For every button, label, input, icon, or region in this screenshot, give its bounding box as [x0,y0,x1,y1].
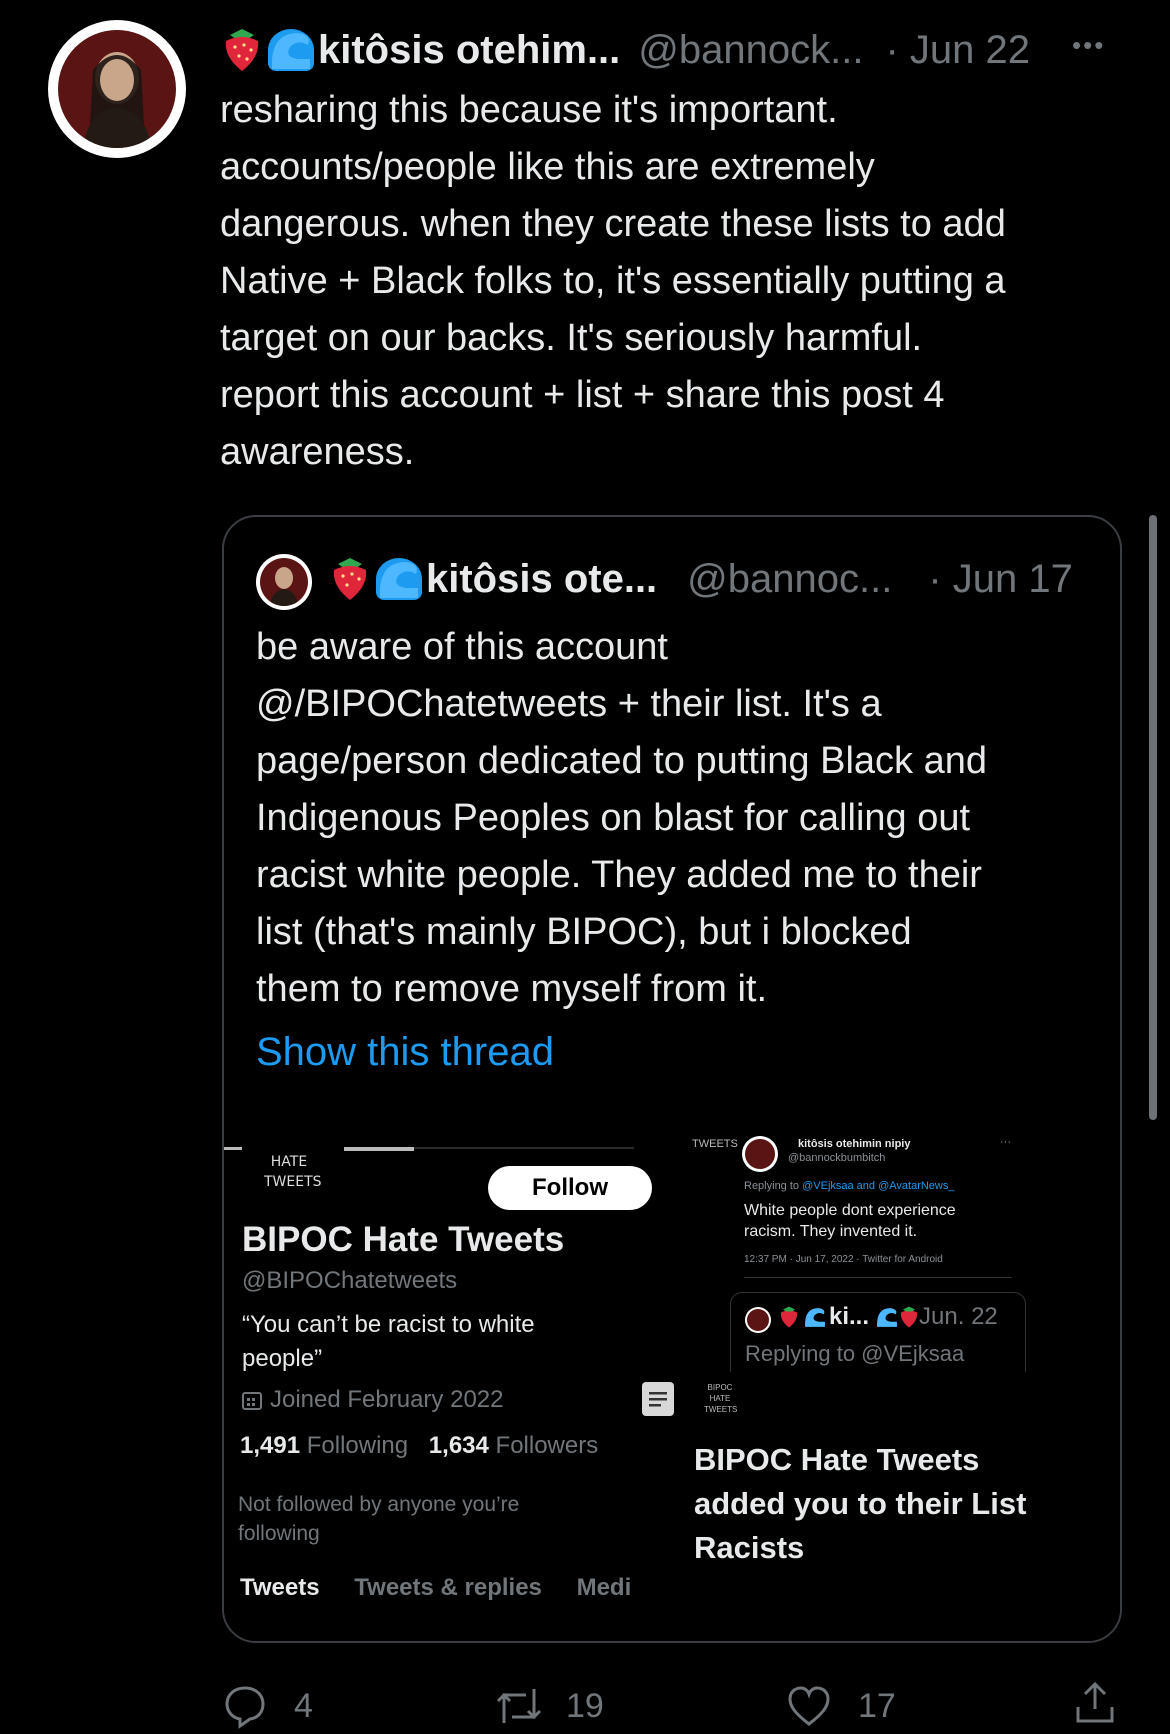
profile-stats: 1,491 Following 1,634 Followers [240,1432,598,1460]
reply-icon [222,1683,268,1729]
follow-button[interactable]: Follow [488,1166,652,1210]
quoted-text: be aware of this account @/BIPOChatetwee… [256,619,1096,1018]
tweet-text-line: Native + Black folks to, it's essentiall… [220,260,1006,302]
reply-text-line: racism. They invented it. [744,1223,918,1240]
author-handle[interactable]: @bannock... [638,28,863,73]
list-notification-logo: BIPOC HATE TWEETS [704,1383,738,1414]
attached-image-list-notification[interactable]: BIPOC HATE TWEETS BIPOC Hate Tweets adde… [674,1372,1120,1641]
tab-media[interactable]: Medi [577,1574,632,1601]
quoted-author-name: kitôsis ote... [426,556,658,601]
share-button[interactable] [1072,1679,1118,1725]
wave-icon [268,29,314,71]
list-notification-line: Racists [694,1530,805,1565]
reply-count: 4 [294,1686,313,1725]
reply-author-avatar [742,1136,778,1172]
reply-author-handle: @bannockbumbitch [788,1152,886,1164]
profile-banner-line [224,1147,242,1150]
show-thread-link[interactable]: Show this thread [256,1030,554,1075]
followers-label[interactable]: Followers [496,1432,599,1459]
tweet-text-line: resharing this because it's important. [220,89,838,131]
tweet-text-line: report this account + list + share this … [220,374,945,416]
strawberry-icon [899,1305,919,1329]
retweet-count: 19 [566,1686,604,1725]
tweet-date[interactable]: · Jun 22 [885,28,1030,73]
author-name[interactable]: kitôsis otehim... [318,28,620,73]
list-icon [642,1382,674,1416]
share-icon [1072,1679,1118,1725]
following-count[interactable]: 1,491 [240,1432,300,1459]
quoted-text-line: be aware of this account [256,626,668,668]
wave-icon [803,1306,827,1328]
attached-image-reply[interactable]: TWEETS kitôsis otehimin nipiy @bannockbu… [674,1132,1120,1373]
like-button[interactable]: 17 [786,1683,896,1729]
tab-tweets-replies[interactable]: Tweets & replies [354,1574,542,1601]
quoted-tweet-date: · Jun 17 [928,556,1073,601]
list-notification-line: BIPOC Hate Tweets [694,1442,980,1477]
strawberry-icon [330,556,370,602]
profile-banner-line [344,1147,414,1151]
attached-image-profile[interactable]: HATE TWEETS Follow BIPOC Hate Tweets @BI… [224,1132,674,1641]
strawberry-icon [222,27,262,73]
tweet-text-line: awareness. [220,431,415,473]
reply-divider [744,1277,1012,1278]
nested-header: ki... Jun. 22 [779,1303,998,1331]
like-count: 17 [858,1686,896,1725]
profile-tabs: Tweets Tweets & replies Medi [240,1574,631,1602]
quoted-text-line: list (that's mainly BIPOC), but i blocke… [256,911,912,953]
nested-tweet-card: ki... Jun. 22 Replying to @VEjksaa [730,1292,1026,1373]
quoted-tweet[interactable]: kitôsis ote... @bannoc... · Jun 17 be aw… [222,515,1122,1643]
scrollbar[interactable] [1149,515,1157,1120]
author-avatar[interactable] [48,20,186,158]
following-label[interactable]: Following [307,1432,408,1459]
quoted-header: kitôsis ote... @bannoc... · Jun 17 [330,549,1073,609]
calendar-icon [242,1390,262,1410]
profile-name: BIPOC Hate Tweets [242,1220,565,1259]
heart-icon [786,1683,832,1729]
profile-bio: “You can’t be racist to white people” [242,1311,535,1372]
quoted-text-line: Indigenous Peoples on blast for calling … [256,797,971,839]
reply-more-icon: ··· [1000,1136,1011,1148]
reply-button[interactable]: 4 [222,1683,313,1729]
replying-to: Replying to @VEjksaa and @AvatarNews_ [744,1180,955,1192]
retweet-icon [494,1683,544,1729]
followers-count[interactable]: 1,634 [429,1432,489,1459]
nested-date: Jun. 22 [919,1303,998,1330]
tweet-text-line: accounts/people like this are extremely [220,146,875,188]
wave-icon [875,1306,899,1328]
not-followed-notice: Not followed by anyone you’re following [238,1493,520,1545]
reply-text-line: White people dont experience [744,1202,956,1219]
quoted-text-line: @/BIPOChatetweets + their list. It's a [256,683,882,725]
hate-tweets-logo: HATE TWEETS [264,1154,322,1190]
tweet-text: resharing this because it's important. a… [220,82,1120,481]
tweet-text-line: target on our backs. It's seriously harm… [220,317,923,359]
wave-icon [376,558,422,600]
list-notification-text: BIPOC Hate Tweets added you to their Lis… [694,1438,1114,1570]
nested-name: ki... [829,1303,870,1330]
tweet-text-line: dangerous. when they create these lists … [220,203,1006,245]
tab-tweets[interactable]: Tweets [240,1574,320,1601]
nested-replying: Replying to @VEjksaa [745,1341,965,1366]
quoted-text-line: them to remove myself from it. [256,968,768,1010]
list-notification-line: added you to their List [694,1486,1027,1521]
quoted-author-avatar [256,554,312,610]
profile-handle: @BIPOChatetweets [242,1267,458,1294]
tweets-logo: TWEETS [692,1138,738,1150]
more-options-icon[interactable]: ••• [1072,30,1105,61]
retweet-button[interactable]: 19 [494,1683,604,1729]
profile-joined: Joined February 2022 [270,1386,504,1413]
reply-author-name: kitôsis otehimin nipiy [798,1138,911,1150]
nested-avatar [745,1307,771,1333]
quoted-text-line: racist white people. They added me to th… [256,854,982,896]
reply-meta: 12:37 PM · Jun 17, 2022 · Twitter for An… [744,1254,943,1265]
strawberry-icon [779,1305,799,1329]
quoted-author-handle: @bannoc... [687,556,893,601]
quoted-text-line: page/person dedicated to putting Black a… [256,740,987,782]
tweet-header: kitôsis otehim... @bannock... · Jun 22 [222,22,1122,78]
